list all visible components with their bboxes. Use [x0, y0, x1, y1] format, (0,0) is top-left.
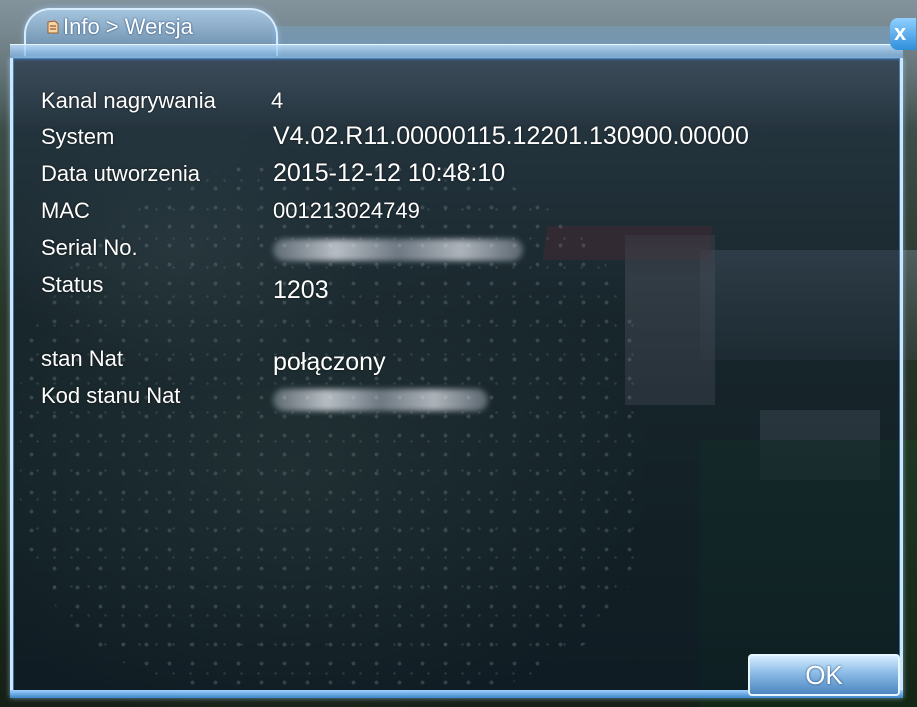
- info-label: Data utworzenia: [41, 161, 200, 186]
- dialog-title-text: Info > Wersja: [63, 14, 193, 39]
- info-label: Status: [41, 272, 104, 297]
- close-button[interactable]: x: [890, 18, 916, 50]
- info-version-dialog: Info > Wersja x Kanal nagrywania 4 Syste…: [10, 6, 916, 698]
- info-label: Kanal nagrywania: [41, 88, 216, 113]
- info-label: Serial No.: [41, 235, 138, 260]
- info-value: V4.02.R11.00000115.12201.130900.00000: [273, 122, 749, 150]
- title-bar: [272, 26, 903, 46]
- info-label: MAC: [41, 198, 90, 223]
- info-panel: Kanal nagrywania 4 System V4.02.R11.0000…: [10, 58, 903, 698]
- info-value: 1203: [273, 276, 329, 304]
- info-value: połączony: [273, 348, 386, 376]
- serial-number-redacted: [273, 239, 523, 261]
- info-value: 4: [271, 88, 284, 113]
- info-app-icon: [47, 20, 59, 34]
- info-value: 2015-12-12 10:48:10: [273, 159, 506, 187]
- ok-button[interactable]: OK: [748, 654, 900, 696]
- info-value: 001213024749: [273, 198, 420, 223]
- nat-code-redacted: [273, 389, 488, 411]
- info-label: stan Nat: [41, 346, 123, 371]
- info-label: Kod stanu Nat: [41, 383, 181, 408]
- close-icon: x: [894, 20, 907, 45]
- info-label: System: [41, 124, 115, 149]
- dialog-title: Info > Wersja: [46, 14, 193, 40]
